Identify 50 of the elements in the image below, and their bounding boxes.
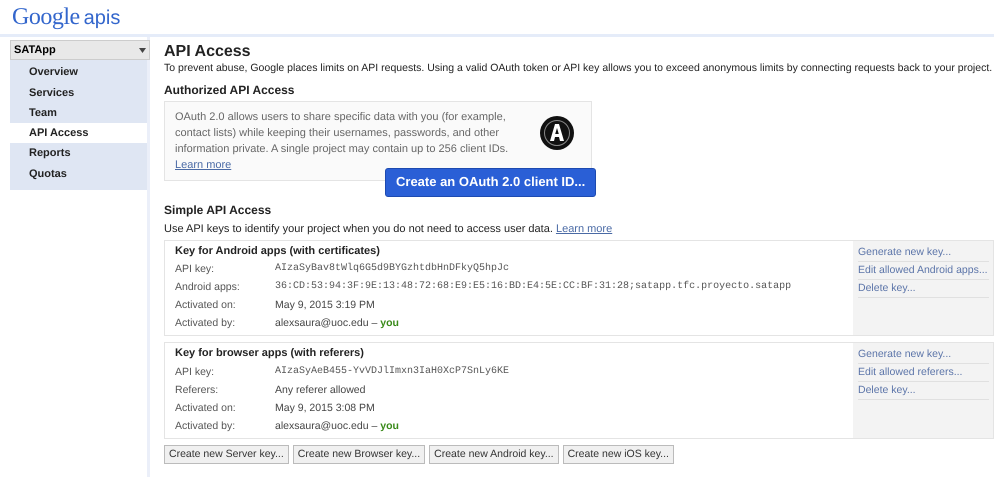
sidebar-item[interactable]: Reports xyxy=(10,143,147,164)
action-link[interactable]: Delete key... xyxy=(858,382,989,400)
field-label: Activated on: xyxy=(175,400,237,414)
learn-more-link[interactable]: Learn more xyxy=(556,222,612,235)
field-label: Activated on: xyxy=(175,298,237,312)
you-label: you xyxy=(380,316,399,330)
sidebar-item[interactable]: Team xyxy=(10,102,147,124)
owner-email: alexsaura@uoc.edu – xyxy=(275,316,378,330)
logo-wordmark: Google xyxy=(12,3,80,32)
caret-icon xyxy=(139,48,146,53)
create-key-button[interactable]: Create new Android key... xyxy=(429,444,559,464)
create-client-id-button[interactable]: Create an OAuth 2.0 client ID... xyxy=(385,168,596,198)
action-link[interactable]: Delete key... xyxy=(858,280,989,298)
action-link[interactable]: Edit allowed referers... xyxy=(858,364,989,382)
field-value: May 9, 2015 3:19 PM xyxy=(275,298,375,312)
key-value: AIzaSyBav8tWlq6G5d9BYGzhtdbHnDFkyQ5hpJc xyxy=(275,262,510,276)
simple-access-text: Use API keys to identify your project when you do not need to access user data. xyxy=(164,222,553,235)
oauth-description: OAuth 2.0 allows users to share specific data with you (for example, contact lists) while keeping their usernames, passwords, and other information private. A single project may contain up to 256 client IDs. xyxy=(175,111,508,156)
key-value: AIzaSyAeB455-YvVDJlImxn3IaH0XcP7SnLy6KE xyxy=(275,364,510,378)
product-name: apis xyxy=(84,6,120,31)
field-label: Activated by: xyxy=(175,418,236,432)
learn-more-link[interactable]: Learn more xyxy=(175,159,232,172)
field-label: Android apps: xyxy=(175,280,241,294)
action-link[interactable]: Generate new key... xyxy=(858,346,989,364)
intro-text: To prevent abuse, Google places limits on API requests. Using a valid OAuth token or API key allows you to exceed anonymous limits by connecting requests back to your project. xyxy=(164,62,994,76)
field-label: API key: xyxy=(175,262,216,276)
field-value: Any referer allowed xyxy=(275,382,366,396)
owner-email: alexsaura@uoc.edu – xyxy=(275,418,378,432)
sidebar-item[interactable]: API Access xyxy=(10,123,147,144)
create-key-button[interactable]: Create new Server key... xyxy=(164,444,289,464)
sidebar-item[interactable]: Services xyxy=(10,82,147,103)
sidebar-item[interactable]: Quotas xyxy=(10,164,147,184)
section-heading: Simple API Access xyxy=(164,203,272,218)
key-value: 36:CD:53:94:3F:9E:13:48:72:68:E9:E5:16:BD:E4:5E:CC:BF:31:28;satapp.tfc.proyecto.satapp xyxy=(275,280,792,294)
sidebar-item[interactable]: Overview xyxy=(10,62,147,83)
oauth-logo-icon xyxy=(539,115,575,152)
you-label: you xyxy=(380,418,399,432)
key-title: Key for Android apps (with certificates) xyxy=(175,244,381,258)
section-heading: Authorized API Access xyxy=(164,82,296,98)
field-label: API key: xyxy=(175,364,216,378)
project-select[interactable]: SATApp xyxy=(10,40,150,60)
key-title: Key for browser apps (with referers) xyxy=(175,346,365,360)
field-label: Activated by: xyxy=(175,316,236,330)
page-title: API Access xyxy=(164,42,252,62)
field-label: Referers: xyxy=(175,382,220,396)
create-key-button[interactable]: Create new Browser key... xyxy=(292,444,426,464)
action-link[interactable]: Generate new key... xyxy=(858,244,989,262)
field-value: May 9, 2015 3:08 PM xyxy=(275,400,375,414)
action-link[interactable]: Edit allowed Android apps... xyxy=(858,262,989,280)
create-key-button[interactable]: Create new iOS key... xyxy=(562,444,674,464)
